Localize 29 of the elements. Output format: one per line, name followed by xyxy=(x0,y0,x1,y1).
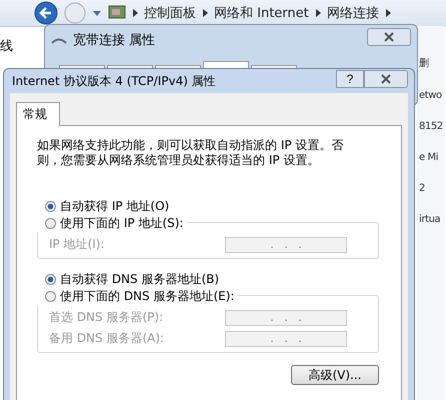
close-icon xyxy=(380,74,392,84)
field-label: IP 地址(I): xyxy=(49,236,106,253)
chevron-icon xyxy=(384,9,391,17)
description-text: 如果网络支持此功能，则可以获取自动指派的 IP 设置。否则，您需要从网络系统管理员处获得适当的 IP 设置。 xyxy=(37,138,344,168)
chevron-icon xyxy=(132,9,138,17)
close-button[interactable] xyxy=(364,70,408,88)
chevron-icon xyxy=(202,9,208,17)
control-panel-icon xyxy=(108,5,126,21)
list-text: 2 xyxy=(419,183,426,194)
list-text: 8152 xyxy=(419,121,444,132)
window-title: 宽带连接 属性 xyxy=(73,32,156,49)
field-label: 首选 DNS 服务器(P): xyxy=(49,309,164,326)
close-button[interactable] xyxy=(367,28,411,46)
window-title: Internet 协议版本 4 (TCP/IPv4) 属性 xyxy=(12,72,217,90)
chevron-icon xyxy=(314,9,321,17)
sidebar-text: 线 xyxy=(0,38,13,55)
field-label: 备用 DNS 服务器(A): xyxy=(49,330,166,347)
close-icon xyxy=(383,32,395,42)
dropdown-caret-icon[interactable] xyxy=(92,9,102,17)
breadcrumb-item[interactable]: 网络连接 xyxy=(326,4,379,22)
breadcrumb-item[interactable]: 控制面板 xyxy=(144,4,196,22)
breadcrumb-item[interactable]: 网络和 Internet xyxy=(214,4,309,22)
list-text: e Mi xyxy=(419,152,440,163)
list-text: etwo xyxy=(419,90,443,101)
help-button[interactable]: ? xyxy=(336,70,364,88)
tab[interactable]: 常规 xyxy=(16,102,60,126)
list-text: irtua xyxy=(419,214,442,225)
advanced-button[interactable]: 高级(V)... xyxy=(291,365,379,385)
list-text: 删 xyxy=(419,57,430,70)
